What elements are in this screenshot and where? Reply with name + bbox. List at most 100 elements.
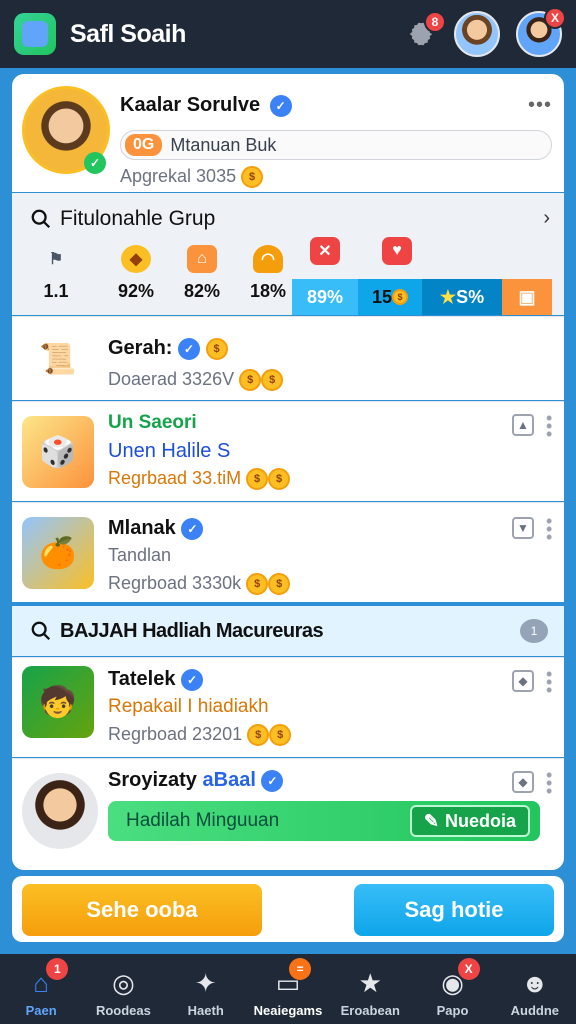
list-item[interactable]: Sroyizaty aBaal ✓ Hadilah Minguuan ✎ Nue…: [12, 758, 564, 870]
top-right-controls: 8 X: [404, 7, 566, 57]
gift-box-icon[interactable]: ▣: [502, 279, 552, 315]
coin-icon: $: [239, 369, 262, 392]
nav-item-target[interactable]: ◎ Roodeas: [82, 954, 164, 1024]
coin-icon: $: [268, 573, 291, 596]
girl-avatar-icon: [22, 773, 98, 849]
edit-icon: ✎: [423, 810, 439, 831]
more-options-icon[interactable]: •••: [546, 766, 552, 800]
claim-button[interactable]: ✎ Nuedoia: [409, 805, 530, 837]
game-grid-icon: 🎲: [22, 416, 94, 488]
list-item-title: Mlanak ✓: [108, 517, 204, 540]
nav-badge: X: [457, 958, 480, 980]
profile-card[interactable]: ✓ Kaalar Sorulve ✓ ••• 0G Mtanuan Buk Ap…: [12, 74, 564, 192]
list-item-sub: Doaerad 3326V: [108, 369, 235, 389]
stat-button-label: 15: [371, 286, 393, 307]
list-item-title: Sroyizaty aBaal ✓: [108, 769, 284, 792]
expand-icon[interactable]: ◆: [512, 670, 534, 692]
reward-banner[interactable]: Hadilah Minguuan ✎ Nuedoia: [108, 801, 540, 841]
coin-icon: $: [269, 724, 292, 747]
stat-button[interactable]: 15 $: [358, 279, 422, 315]
close-icon[interactable]: X: [544, 7, 566, 29]
nav-item-star[interactable]: ★ Eroabean: [329, 954, 411, 1024]
profile-name-text: Kaalar Sorulve: [120, 94, 261, 116]
settings-button[interactable]: 8: [404, 11, 446, 51]
nav-item-home[interactable]: 1 ⌂ Paen: [0, 954, 82, 1024]
feature-item[interactable]: ⌂ 82%: [172, 245, 232, 302]
search-input[interactable]: 0G Mtanuan Buk: [120, 130, 552, 160]
verified-check-icon: ✓: [269, 94, 292, 117]
info-icon[interactable]: 1: [520, 619, 548, 643]
claim-button-label: Nuedoia: [444, 810, 516, 831]
list-item-line: Unen Halile S: [108, 440, 231, 462]
secondary-action-button[interactable]: Sag hotie: [354, 884, 554, 936]
more-options-icon[interactable]: •••: [528, 94, 552, 117]
list-item-name: Gerah:: [108, 337, 173, 359]
nav-label: Roodeas: [95, 1003, 151, 1018]
list-item[interactable]: 🍊 Mlanak ✓ Tandlan Regrboad 3330k $ $ ▼ •…: [12, 502, 564, 602]
primary-action-button[interactable]: Sehe ooba: [22, 884, 262, 936]
user-avatar-secondary[interactable]: X: [516, 7, 566, 57]
top-bar: Safl Soaih 8 X: [0, 0, 576, 68]
user-avatar[interactable]: [454, 11, 500, 57]
list-item[interactable]: 📜 Gerah: ✓ $ Doaerad 3326V $ $: [12, 316, 564, 400]
nav-item-record[interactable]: X ◉ Papo: [411, 954, 493, 1024]
coin-icon: $: [247, 724, 270, 747]
nav-item-controller[interactable]: ✦ Haeth: [165, 954, 247, 1024]
expand-icon[interactable]: ◆: [512, 771, 534, 793]
feature-item[interactable]: ◆ 92%: [106, 245, 166, 302]
document-icon: 📜: [39, 342, 77, 376]
reward-text: Hadilah Minguuan: [126, 810, 280, 831]
chevron-right-icon[interactable]: ›: [543, 207, 550, 230]
coin-icon: $: [268, 468, 291, 491]
list-item-sub: Regrboad 3330k: [108, 573, 242, 593]
list-item-sub: Regrbaad 33.tiM: [108, 468, 242, 488]
list-item-name: Tatelek: [108, 668, 176, 690]
flag-icon: ⚑: [48, 251, 64, 268]
list-item-title: Gerah: ✓ $: [108, 337, 228, 360]
stat-button-label: 89%: [306, 286, 344, 307]
section-title: BAJJAH Hadliah Macureuras: [60, 619, 324, 642]
bottom-nav: 1 ⌂ Paen ◎ Roodeas ✦ Haeth = ▭ Neaiegams…: [0, 954, 576, 1024]
coin-icon: $: [246, 573, 269, 596]
feature-value: 1.1: [43, 281, 69, 301]
section-header[interactable]: BAJJAH Hadliah Macureuras 1: [12, 606, 564, 656]
more-options-icon[interactable]: •••: [546, 512, 552, 546]
feature-item[interactable]: ◠ 18%: [238, 245, 298, 302]
search-tag: 0G: [125, 134, 163, 156]
list-item-sub: Regrboad 23201: [108, 724, 243, 744]
feature-item[interactable]: ⚑ 1.1: [26, 245, 86, 302]
more-options-icon[interactable]: •••: [546, 409, 552, 443]
app-logo-icon[interactable]: [14, 13, 56, 55]
expand-icon[interactable]: ▼: [512, 517, 534, 539]
app-title: Safl Soaih: [70, 19, 186, 48]
coin-icon: $: [246, 468, 269, 491]
crossed-swords-icon: ✕: [310, 237, 340, 265]
list-item[interactable]: 🎲 Un Saeori Unen Halile S Regrbaad 33.ti…: [12, 401, 564, 501]
profile-subtitle-text: Apgrekal 3035: [120, 166, 237, 186]
search-text: Mtanuan Buk: [170, 134, 277, 155]
profile-subtitle: Apgrekal 3035 $: [120, 166, 264, 189]
coin-icon: $: [241, 166, 264, 189]
food-bowl-icon: 🍊: [22, 517, 94, 589]
stat-button-label: S%: [456, 286, 485, 307]
list-item[interactable]: 🧒 Tatelek ✓ Repakail I hiadiakh Regrboad…: [12, 657, 564, 757]
stat-button[interactable]: ★ S%: [422, 279, 502, 315]
expand-icon[interactable]: ▲: [512, 414, 534, 436]
list-item-line: Tandlan: [108, 545, 172, 565]
nav-item-profile[interactable]: ☻ Auddne: [494, 954, 576, 1024]
nav-label: Eroabean: [340, 1003, 400, 1018]
features-header[interactable]: Fitulonahle Grup: [30, 207, 215, 231]
home-icon: ⌂: [187, 245, 217, 273]
features-panel: Fitulonahle Grup › ⚑ 1.1 ◆ 92% ⌂ 82% ◠ 1…: [12, 193, 564, 315]
search-icon: [31, 621, 51, 641]
feature-value: 18%: [249, 281, 287, 301]
coin-icon: $: [205, 337, 228, 360]
nav-item-chat[interactable]: = ▭ Neaiegams: [247, 954, 329, 1024]
feature-value: 82%: [183, 281, 221, 301]
more-options-icon[interactable]: •••: [546, 665, 552, 699]
coin-icon: $: [261, 369, 284, 392]
verified-icon: ✓: [84, 152, 106, 174]
controller-icon: ✦: [194, 968, 217, 998]
stat-button[interactable]: 89%: [292, 279, 358, 315]
coin-icon: $: [392, 289, 409, 305]
